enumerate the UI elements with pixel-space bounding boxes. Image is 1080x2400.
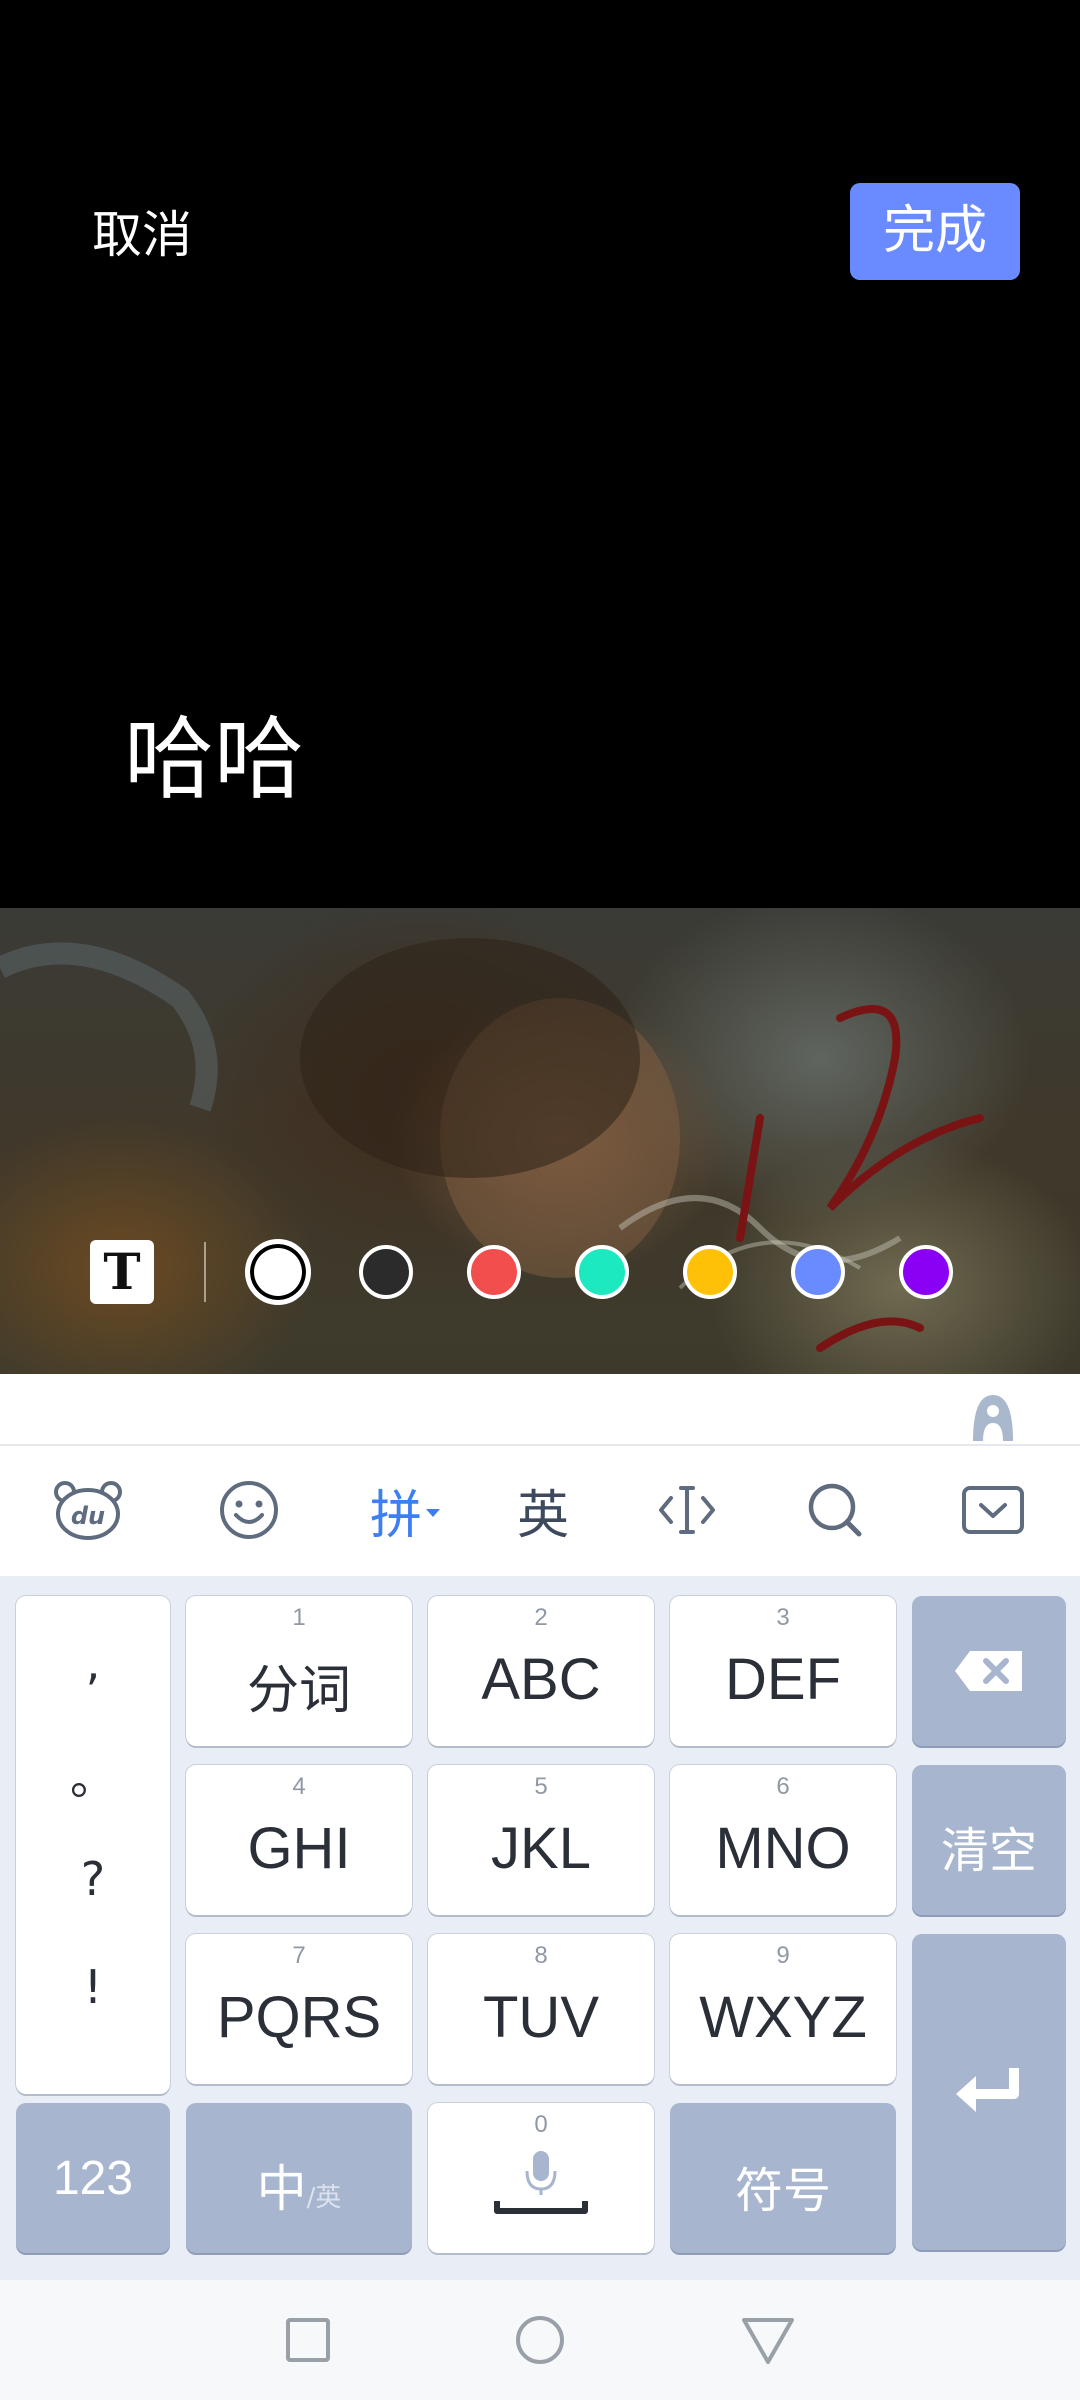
system-navigation-bar: [0, 2280, 1080, 2400]
space-key[interactable]: 0: [428, 2103, 654, 2253]
key-label: TUV: [483, 1985, 599, 2050]
color-swatch-yellow[interactable]: [683, 1245, 737, 1299]
key-number: 9: [776, 1942, 790, 1969]
punct-question: ?: [80, 1852, 106, 1906]
key-9[interactable]: 9 WXYZ: [670, 1934, 896, 2084]
text-editor-overlay: 取消 完成 哈哈: [0, 0, 1080, 908]
microphone-icon: [494, 2151, 588, 2214]
clear-key[interactable]: 清空: [912, 1765, 1066, 1915]
key-number: 5: [534, 1773, 548, 1800]
text-style-icon[interactable]: T: [90, 1240, 154, 1304]
color-toolbar: T: [0, 1239, 1080, 1306]
language-switch-key[interactable]: 中/英: [186, 2103, 412, 2253]
key-number: 3: [776, 1604, 790, 1631]
key-number: 6: [776, 1773, 790, 1800]
du-bear-logo-icon[interactable]: du: [50, 1470, 126, 1550]
color-swatch-purple[interactable]: [899, 1245, 953, 1299]
search-icon[interactable]: [802, 1470, 868, 1550]
ime-toolbar: du 拼 英: [0, 1446, 1080, 1576]
key-label: GHI: [247, 1816, 351, 1881]
ime-candidate-bar: [0, 1374, 1080, 1446]
chinese-label: 中: [256, 2160, 307, 2218]
key-label: JKL: [491, 1816, 591, 1881]
enter-icon: [956, 2068, 1019, 2112]
pinyin-mode-tab[interactable]: 拼: [364, 1470, 448, 1550]
key-label: ABC: [481, 1647, 601, 1712]
enter-key[interactable]: [912, 1934, 1066, 2250]
english-label: 英: [516, 1485, 569, 1546]
punct-comma: ,: [85, 1636, 101, 1690]
typed-text[interactable]: 哈哈: [124, 700, 304, 820]
pinyin-label: 拼: [369, 1485, 422, 1546]
cancel-button[interactable]: 取消: [92, 200, 192, 270]
key-5[interactable]: 5 JKL: [428, 1765, 654, 1915]
key-number: 7: [292, 1942, 306, 1969]
key-number: 8: [534, 1942, 548, 1969]
assistant-icon[interactable]: [965, 1389, 1021, 1445]
english-mode-tab[interactable]: 英: [510, 1470, 576, 1550]
key-1[interactable]: 1 分词: [186, 1596, 412, 1746]
english-sub-label: /英: [306, 2183, 342, 2213]
key-7[interactable]: 7 PQRS: [186, 1934, 412, 2084]
symbols-key[interactable]: 符号: [670, 2103, 896, 2253]
color-swatch-blue[interactable]: [791, 1245, 845, 1299]
recents-square-icon[interactable]: [278, 2310, 338, 2370]
color-swatch-teal[interactable]: [575, 1245, 629, 1299]
language-label: 中/英: [186, 2149, 412, 2221]
color-swatch-black[interactable]: [359, 1245, 413, 1299]
text-style-glyph: T: [103, 1242, 141, 1301]
key-number: 4: [292, 1773, 306, 1800]
symbols-label: 符号: [734, 2163, 831, 2219]
key-2[interactable]: 2 ABC: [428, 1596, 654, 1746]
emoji-icon[interactable]: [214, 1470, 284, 1550]
color-swatch-white[interactable]: [245, 1239, 311, 1305]
key-3[interactable]: 3 DEF: [670, 1596, 896, 1746]
clear-label: 清空: [940, 1823, 1037, 1879]
punct-exclaim: !: [83, 1960, 103, 2014]
key-label: PQRS: [216, 1985, 382, 2050]
key-label: MNO: [715, 1816, 851, 1881]
numbers-label: 123: [52, 2152, 134, 2205]
done-button[interactable]: 完成: [850, 183, 1020, 280]
punctuation-key[interactable]: , 。 ? !: [16, 1596, 170, 2094]
key-label: DEF: [725, 1647, 841, 1712]
backspace-icon: [955, 1651, 1022, 1691]
du-logo-text: du: [71, 1502, 105, 1530]
home-circle-icon[interactable]: [510, 2310, 570, 2370]
key-6[interactable]: 6 MNO: [670, 1765, 896, 1915]
key-8[interactable]: 8 TUV: [428, 1934, 654, 2084]
key-4[interactable]: 4 GHI: [186, 1765, 412, 1915]
backspace-key[interactable]: [912, 1596, 1066, 1746]
key-label: 分词: [246, 1661, 351, 1721]
back-triangle-icon[interactable]: [738, 2310, 798, 2370]
color-swatch-red[interactable]: [467, 1245, 521, 1299]
numbers-key[interactable]: 123: [16, 2103, 170, 2253]
key-label: WXYZ: [699, 1985, 867, 2050]
toolbar-divider: [204, 1242, 206, 1302]
punct-period: 。: [70, 1751, 116, 1805]
key-number: 0: [534, 2111, 548, 2138]
cursor-icon[interactable]: [654, 1470, 720, 1550]
key-number: 1: [292, 1604, 306, 1631]
key-number: 2: [534, 1604, 548, 1631]
chevron-down-icon: [426, 1509, 440, 1517]
t9-keypad: , 。 ? ! 1 分词 2 ABC 3 DEF 4 GHI 5 JKL 6 M…: [0, 1576, 1080, 2280]
collapse-keyboard-icon[interactable]: [960, 1470, 1026, 1550]
